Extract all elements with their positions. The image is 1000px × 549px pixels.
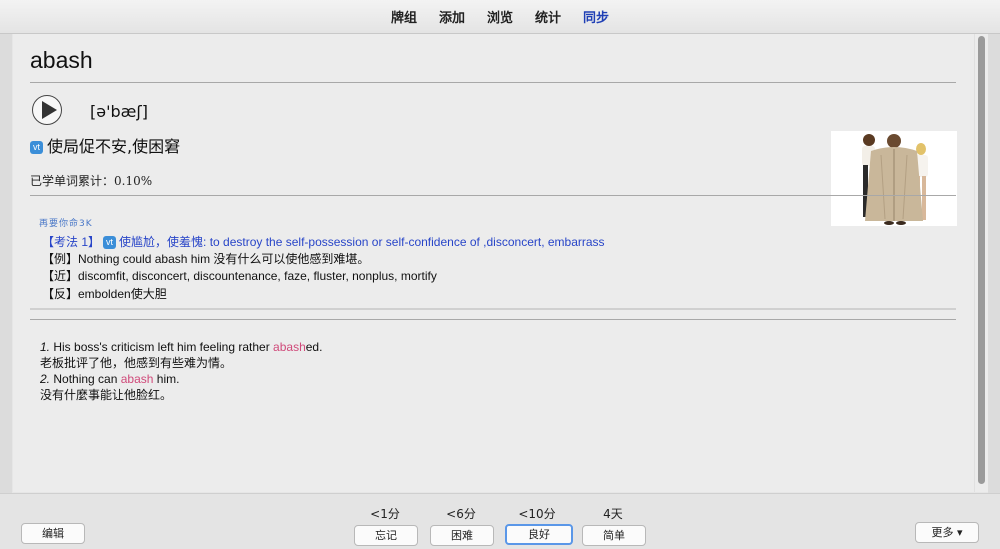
example-number: 1. [40, 340, 51, 354]
exam-notes-box: 再要你命3K 【考法 1】 vt 使尴尬，使羞愧: to destroy the s… [30, 204, 956, 310]
example-highlight: abash [120, 372, 154, 386]
tab-browse[interactable]: 浏览 [476, 7, 524, 26]
hard-button[interactable]: 困难 [430, 525, 494, 546]
example-number: 2. [40, 372, 51, 386]
phonetic: [ə'bæʃ] [90, 102, 148, 121]
card-view: abash [ə'bæʃ] vt 使局促不安,使困窘 已学单词累计：0.10% … [13, 34, 974, 492]
example-text: His boss's criticism left him feeling ra… [50, 340, 274, 354]
example-translation: 没有什麼事能让他脸红。 [40, 388, 173, 402]
tab-sync[interactable]: 同步 [572, 7, 620, 26]
interval-easy: 4天 [603, 507, 623, 521]
pos-badge: vt [103, 236, 117, 250]
exam-synonyms-line: 【近】discomfit, disconcert, discountenance… [42, 269, 437, 283]
exam-prefix: 【考法 1】 [42, 235, 101, 249]
easy-button[interactable]: 简单 [582, 525, 646, 546]
example-translation: 老板批评了他，他感到有些难为情。 [40, 356, 233, 370]
definition-text: 使局促不安,使困窘 [47, 137, 181, 156]
scrollbar-thumb[interactable] [978, 36, 985, 484]
tab-add[interactable]: 添加 [428, 7, 476, 26]
divider [30, 195, 956, 196]
interval-good: <10分 [518, 507, 556, 521]
more-button[interactable]: 更多 ▾ [915, 522, 979, 543]
edit-button[interactable]: 编辑 [21, 523, 85, 544]
window-edge-right [988, 0, 1000, 548]
learned-stats: 已学单词累计：0.10% [30, 174, 153, 188]
example-text: Nothing can [50, 372, 121, 386]
top-toolbar: 牌组 添加 浏览 统计 同步 [0, 0, 1000, 34]
interval-again: <1分 [370, 507, 400, 521]
exam-example-line: 【例】Nothing could abash him 没有什么可以使他感到难堪。 [42, 252, 370, 266]
example-sentence: 1. His boss's criticism left him feeling… [40, 339, 322, 355]
card-scrollbar[interactable] [974, 34, 988, 492]
exam-source-tag: 再要你命3K [39, 219, 93, 229]
exam-definition-line: 【考法 1】 vt 使尴尬，使羞愧: to destroy the self-pos… [42, 233, 605, 250]
tab-stats[interactable]: 统计 [524, 7, 572, 26]
good-button[interactable]: 良好 [505, 524, 573, 545]
answer-bar: 编辑 <1分 <6分 <10分 4天 忘记 困难 良好 简单 更多 ▾ [0, 493, 1000, 549]
example-sentence: 2. Nothing can abash him. [40, 371, 322, 387]
play-audio-button[interactable] [32, 95, 62, 125]
window-edge-left [0, 0, 12, 548]
divider [30, 82, 956, 83]
exam-antonyms-line: 【反】embolden使大胆 [42, 287, 167, 301]
tab-decks[interactable]: 牌组 [380, 7, 428, 26]
word-heading: abash [30, 47, 93, 73]
example-sentences: 1. His boss's criticism left him feeling… [40, 339, 322, 403]
play-icon [42, 101, 57, 119]
divider [30, 319, 956, 320]
pos-badge: vt [30, 141, 44, 154]
again-button[interactable]: 忘记 [354, 525, 418, 546]
definition: vt 使局促不安,使困窘 [30, 133, 180, 157]
example-text: ed. [305, 340, 323, 354]
example-text: him. [153, 372, 180, 386]
interval-hard: <6分 [446, 507, 476, 521]
example-highlight: abash [273, 340, 306, 354]
exam-definition-text: 使尴尬，使羞愧: to destroy the self-possession … [119, 235, 605, 249]
